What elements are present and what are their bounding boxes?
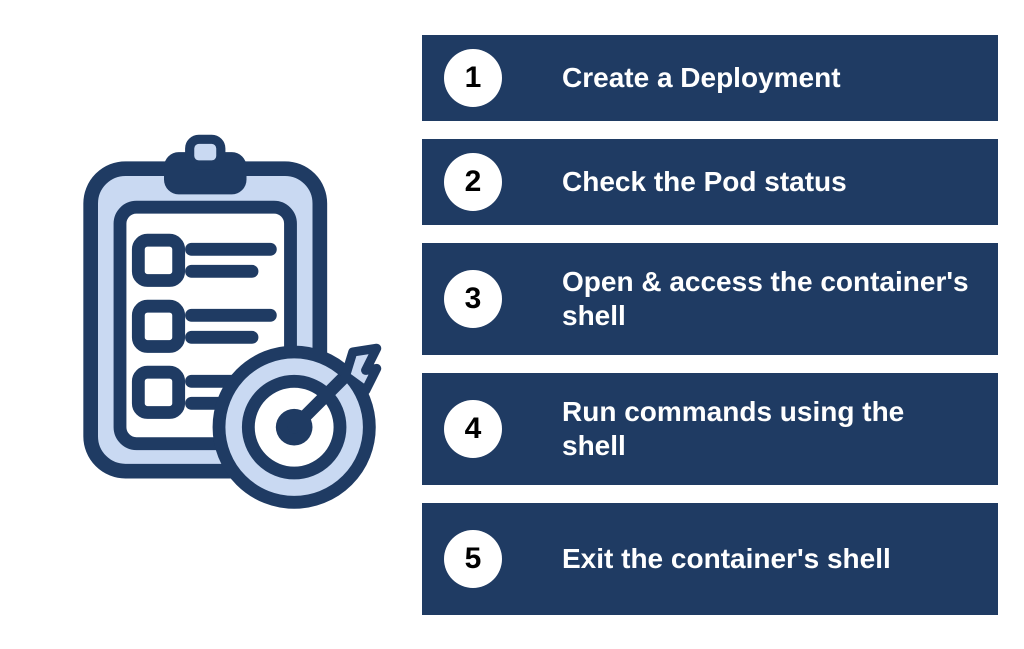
step-3: 3 Open & access the container's shell: [422, 243, 998, 355]
clipboard-target-illustration: [34, 132, 404, 517]
target-icon: [219, 348, 377, 502]
step-number-badge: 2: [444, 153, 502, 211]
step-2: 2 Check the Pod status: [422, 139, 998, 225]
step-label: Check the Pod status: [562, 165, 847, 199]
step-number-badge: 5: [444, 530, 502, 588]
clipboard-icon: [54, 132, 384, 517]
step-label: Run commands using the shell: [562, 395, 970, 462]
step-5: 5 Exit the container's shell: [422, 503, 998, 615]
step-number-badge: 1: [444, 49, 502, 107]
steps-list: 1 Create a Deployment 2 Check the Pod st…: [404, 35, 998, 615]
step-label: Exit the container's shell: [562, 542, 891, 576]
step-1: 1 Create a Deployment: [422, 35, 998, 121]
step-number-badge: 3: [444, 270, 502, 328]
step-label: Create a Deployment: [562, 61, 841, 95]
diagram-root: 1 Create a Deployment 2 Check the Pod st…: [0, 0, 1024, 649]
step-label: Open & access the container's shell: [562, 265, 970, 332]
step-4: 4 Run commands using the shell: [422, 373, 998, 485]
step-number-badge: 4: [444, 400, 502, 458]
